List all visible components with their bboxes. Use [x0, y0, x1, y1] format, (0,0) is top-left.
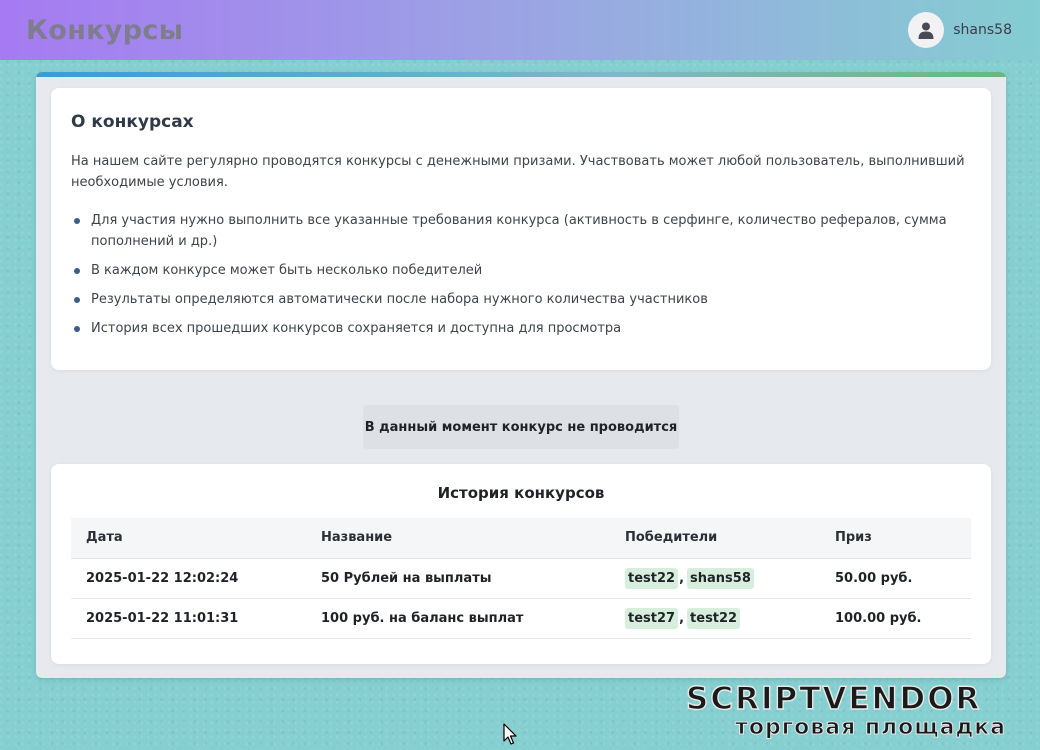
rules-list: Для участия нужно выполнить все указанны…: [71, 210, 971, 339]
about-intro: На нашем сайте регулярно проводятся конк…: [71, 154, 965, 190]
about-contests-card: О конкурсах На нашем сайте регулярно про…: [51, 88, 991, 370]
contest-name: 100 руб. на баланс выплат: [306, 598, 610, 639]
table-header-row: Дата Название Победители Приз: [71, 518, 971, 559]
winner-badge: test22: [687, 607, 741, 629]
bullet-icon: [74, 297, 80, 303]
bullet-icon: [74, 268, 80, 274]
column-header-date: Дата: [71, 518, 306, 559]
contest-winners: test22, shans58: [610, 558, 820, 599]
winner-badge: shans58: [687, 567, 754, 589]
list-item: В каждом конкурсе может быть несколько п…: [71, 260, 971, 281]
history-heading: История конкурсов: [437, 484, 605, 502]
list-item: История всех прошедших конкурсов сохраня…: [71, 318, 971, 339]
contest-prize: 100.00 руб.: [820, 598, 971, 639]
user-icon[interactable]: [908, 12, 945, 48]
list-item-text: Для участия нужно выполнить все указанны…: [91, 213, 947, 249]
bullet-icon: [74, 218, 80, 224]
list-item-text: История всех прошедших конкурсов сохраня…: [91, 321, 622, 336]
table-row: 2025-01-22 12:02:24 50 Рублей на выплаты…: [71, 558, 971, 599]
contest-date: 2025-01-22 12:02:24: [71, 558, 306, 599]
mouse-pointer-icon: [503, 723, 517, 749]
list-item: Для участия нужно выполнить все указанны…: [71, 210, 971, 252]
page-header: Конкурсы shans58: [0, 0, 1040, 60]
contest-winners: test27, test22: [610, 598, 820, 639]
watermark-brand: SCRIPTVENDOR: [685, 681, 982, 717]
page-title: Конкурсы: [26, 14, 184, 46]
winner-badge: test22: [625, 567, 679, 589]
scriptvendor-watermark: SCRIPTVENDOR торговая площадка: [685, 681, 1032, 745]
accent-bar: [36, 72, 1006, 77]
contests-container: О конкурсах На нашем сайте регулярно про…: [36, 72, 1006, 678]
history-table: Дата Название Победители Приз 2025-01-22…: [71, 518, 971, 639]
contest-date: 2025-01-22 11:01:31: [71, 598, 306, 639]
list-item-text: В каждом конкурсе может быть несколько п…: [91, 263, 483, 278]
user-menu[interactable]: shans58: [908, 12, 1012, 48]
column-header-prize: Приз: [820, 518, 971, 559]
column-header-name: Название: [306, 518, 610, 559]
watermark-tagline: торговая площадка: [735, 715, 1006, 741]
no-active-contest-status: В данный момент конкурс не проводится: [363, 405, 679, 449]
winner-badge: test27: [625, 607, 679, 629]
user-name[interactable]: shans58: [953, 22, 1012, 38]
contest-name: 50 Рублей на выплаты: [306, 558, 610, 599]
contest-history-card: История конкурсов Дата Название Победите…: [51, 464, 991, 664]
table-row: 2025-01-22 11:01:31 100 руб. на баланс в…: [71, 598, 971, 639]
contest-prize: 50.00 руб.: [820, 558, 971, 599]
list-item-text: Результаты определяются автоматически по…: [91, 292, 708, 307]
bullet-icon: [74, 326, 80, 332]
about-heading: О конкурсах: [71, 112, 194, 132]
column-header-winners: Победители: [610, 518, 820, 559]
list-item: Результаты определяются автоматически по…: [71, 289, 971, 310]
